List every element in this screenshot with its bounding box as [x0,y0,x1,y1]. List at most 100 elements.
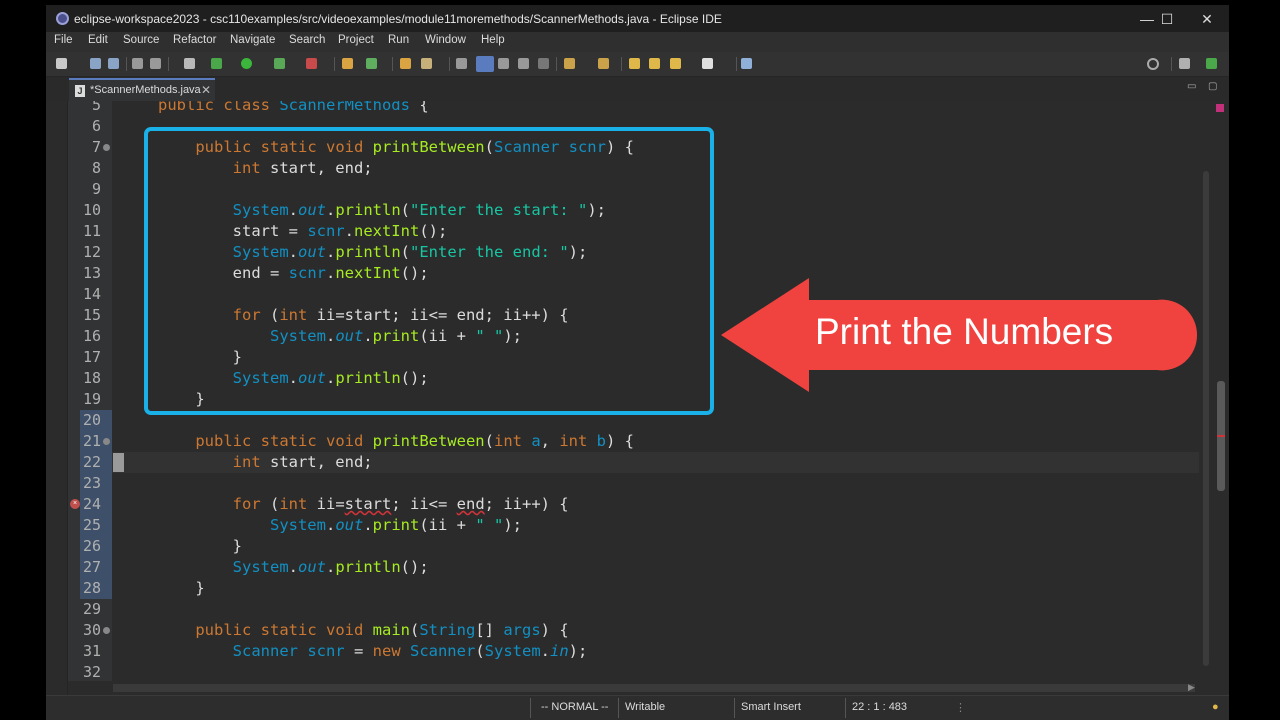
line-number: 32 [82,663,101,681]
menu-bar: File Edit Source Refactor Navigate Searc… [46,32,1229,52]
callout-label: Print the Numbers [815,311,1114,352]
line-number: 29 [82,600,101,618]
open-type-icon[interactable] [400,58,411,69]
code-line[interactable]: System.out.println(); [158,557,429,578]
code-line[interactable]: Scanner scnr = new Scanner(System.in); [158,641,588,662]
toggle-link-icon[interactable] [456,58,467,69]
menu-run[interactable]: Run [388,34,409,46]
left-trim-bar [46,101,68,695]
last-edit-icon[interactable] [629,58,640,69]
forward-icon[interactable] [702,58,713,69]
close-tab-icon[interactable]: ✕ [201,83,211,97]
menu-source[interactable]: Source [123,34,159,46]
horizontal-scroll-track[interactable] [113,684,1195,692]
writable-status: Writable [625,701,666,713]
run-icon[interactable] [241,58,252,69]
show-pilcrow-icon[interactable] [538,58,549,69]
external-tools-icon[interactable] [184,58,195,69]
vertical-scroll-thumb[interactable] [1203,171,1209,666]
line-number: 12 [82,243,101,261]
code-line[interactable]: public static void main(String[] args) { [158,620,568,641]
mark-occurrences-icon[interactable] [476,56,494,72]
code-line[interactable]: System.out.print(ii + " "); [158,515,522,536]
title-bar: eclipse-workspace2023 - csc110examples/s… [46,5,1229,32]
code-line[interactable]: for (int ii=start; ii<= end; ii++) { [158,494,569,515]
highlight-box-first-method [144,127,714,415]
skip-breakpoints-icon[interactable] [132,58,143,69]
line-number: 23 [82,474,101,492]
menu-search[interactable]: Search [289,34,325,46]
vertical-scrollbar[interactable] [1199,101,1213,681]
maximize-button[interactable]: ☐ [1147,8,1187,30]
menu-window[interactable]: Window [425,34,466,46]
cursor-position-status: 22 : 1 : 483 [852,701,908,713]
status-menu-icon[interactable]: ⋮ [955,701,966,714]
overview-ruler[interactable] [1213,101,1229,681]
line-number: 14 [82,285,101,303]
maximize-editor-icon[interactable]: ▢ [1208,81,1217,92]
line-number: 9 [91,180,101,198]
terminate-icon[interactable] [150,58,161,69]
block-selection-icon[interactable] [498,58,509,69]
menu-navigate[interactable]: Navigate [230,34,275,46]
tip-lightbulb-icon[interactable]: ● [1212,701,1219,713]
line-number: 17 [82,348,101,366]
close-window-button[interactable]: ✕ [1187,8,1227,30]
show-whitespace-icon[interactable] [518,58,529,69]
line-number: 19 [82,390,101,408]
menu-help[interactable]: Help [481,34,505,46]
line-number: 8 [91,159,101,177]
status-bar: -- NORMAL -- Writable Smart Insert 22 : … [46,695,1229,720]
minimize-editor-icon[interactable]: ▭ [1187,81,1196,92]
search-icon[interactable] [1147,58,1159,70]
next-annotation-icon[interactable] [564,58,575,69]
menu-edit[interactable]: Edit [88,34,108,46]
java-perspective-icon[interactable] [1206,58,1217,69]
scroll-right-icon[interactable]: ▶ [1188,682,1195,693]
new-java-class-icon[interactable] [366,58,377,69]
code-line[interactable]: public static void printBetween(int a, i… [158,431,634,452]
vim-mode-status: -- NORMAL -- [541,701,609,713]
horizontal-scrollbar[interactable]: ◀ ▶ [68,681,1199,695]
open-perspective-icon[interactable] [1179,58,1190,69]
line-number: 16 [82,327,101,345]
error-line-marker[interactable] [1217,435,1225,437]
line-number: 20 [82,411,101,429]
editor-tab-row: J *ScannerMethods.java ✕ ▭ ▢ [46,77,1229,101]
code-line[interactable]: } [158,536,242,557]
debug-icon[interactable] [211,58,222,69]
pin-editor-icon[interactable] [741,58,752,69]
code-line[interactable]: } [158,578,204,599]
code-line[interactable]: int start, end; [158,452,373,473]
menu-refactor[interactable]: Refactor [173,34,216,46]
forward-edit-icon[interactable] [649,58,660,69]
fold-toggle-icon[interactable] [103,438,110,445]
new-java-package-icon[interactable] [342,58,353,69]
menu-file[interactable]: File [54,34,73,46]
search-toolbar-icon[interactable] [421,58,432,69]
back-icon[interactable] [670,58,681,69]
line-number: 13 [82,264,101,282]
line-number: 28 [82,579,101,597]
external-run-icon[interactable] [306,58,317,69]
line-number: 31 [82,642,101,660]
coverage-icon[interactable] [274,58,285,69]
tab-label: *ScannerMethods.java [90,84,201,96]
new-icon[interactable] [56,58,67,69]
menu-project[interactable]: Project [338,34,374,46]
line-number: 7 [91,138,101,156]
save-icon[interactable] [90,58,101,69]
text-cursor [113,453,124,472]
fold-toggle-icon[interactable] [103,144,110,151]
tab-scannermethods-java[interactable]: J *ScannerMethods.java ✕ [69,78,215,101]
save-all-icon[interactable] [108,58,119,69]
error-marker-icon[interactable]: × [70,499,80,509]
code-line[interactable]: public class ScannerMethods { [158,101,429,116]
line-number: 10 [82,201,101,219]
error-overview-marker[interactable] [1216,104,1224,112]
fold-toggle-icon[interactable] [103,627,110,634]
previous-annotation-icon[interactable] [598,58,609,69]
window-title: eclipse-workspace2023 - csc110examples/s… [74,12,722,26]
java-file-icon: J [75,85,85,97]
main-toolbar [46,52,1229,77]
